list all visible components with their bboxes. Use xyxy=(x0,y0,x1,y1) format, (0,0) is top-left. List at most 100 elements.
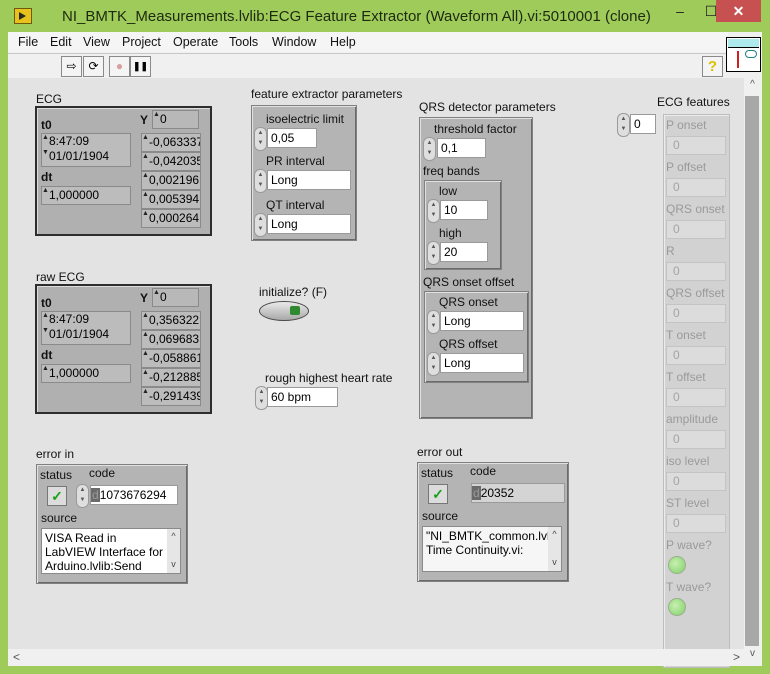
scroll-up-icon[interactable]: ^ xyxy=(744,79,761,90)
ecg-y-index[interactable]: ▲0 xyxy=(152,110,199,129)
abort-button[interactable]: ● xyxy=(109,56,130,77)
glasses-icon xyxy=(745,50,757,58)
menu-view[interactable]: View xyxy=(83,35,110,49)
spin-down-icon[interactable]: ▼ xyxy=(42,327,49,335)
spin-up-icon[interactable]: ▲ xyxy=(42,312,49,320)
error-out-source-text: "NI_BMTK_common.lvlib:bmt_Check Time Con… xyxy=(422,526,562,572)
menu-edit[interactable]: Edit xyxy=(50,35,72,49)
text-scrollbar[interactable]: ^ v xyxy=(167,529,180,573)
isoelectric-spinner-icon[interactable]: ▲ ▼ xyxy=(254,127,267,151)
freq-bands-cluster: low ▲ ▼ 10 high ▲ ▼ 20 xyxy=(424,180,502,270)
qrs-onset-spinner-icon[interactable]: ▲ ▼ xyxy=(427,310,440,334)
scroll-down-icon[interactable]: v xyxy=(744,648,761,659)
scroll-right-icon[interactable]: > xyxy=(733,650,740,664)
radix-indicator[interactable]: d xyxy=(91,488,100,502)
menu-tools[interactable]: Tools xyxy=(229,35,258,49)
raw-ecg-y-index[interactable]: ▲0 xyxy=(152,288,199,307)
error-in-source-text[interactable]: VISA Read in LabVIEW Interface for Ardui… xyxy=(41,528,181,574)
error-in-code-spinner-icon[interactable]: ▲ ▼ xyxy=(76,484,89,508)
heart-rate-input[interactable]: 60 bpm xyxy=(267,387,338,407)
menu-file[interactable]: File xyxy=(18,35,38,49)
initialize-button[interactable] xyxy=(259,301,309,321)
ecg-y-element: ▲-0,063337 xyxy=(141,133,201,152)
heart-rate-label: rough highest heart rate xyxy=(265,371,393,385)
menu-bar: File Edit View Project Operate Tools Win… xyxy=(8,32,728,52)
feature-label: P offset xyxy=(666,160,707,174)
raw-ecg-y-element[interactable]: ▲-0,212885 xyxy=(141,368,201,387)
raw-ecg-label: raw ECG xyxy=(36,270,85,284)
vi-front-panel-window: File Edit View Project Operate Tools Win… xyxy=(8,32,762,668)
pause-icon: ❚❚ xyxy=(132,61,149,71)
isoelectric-limit-input[interactable]: 0,05 xyxy=(267,128,317,148)
minimize-button[interactable]: – xyxy=(665,0,695,22)
feature-params-cluster: isoelectric limit ▲ ▼ 0,05 PR interval ▲ ▼… xyxy=(251,105,357,241)
threshold-factor-input[interactable]: 0,1 xyxy=(437,138,486,158)
high-spinner-icon[interactable]: ▲ ▼ xyxy=(427,241,440,265)
high-freq-input[interactable]: 20 xyxy=(440,242,488,262)
ecg-features-cluster: P onset 0 P offset 0 QRS onset 0 R 0 QRS offset 0… xyxy=(663,114,730,668)
scroll-down-icon[interactable]: v xyxy=(167,557,180,571)
pause-button[interactable]: ❚❚ xyxy=(130,56,151,77)
feature-value: 0 xyxy=(666,304,726,323)
spin-down-icon[interactable]: ▼ xyxy=(42,149,49,157)
qt-interval-ring[interactable]: Long xyxy=(267,214,351,234)
qrs-onset-ring[interactable]: Long xyxy=(440,311,524,331)
scroll-up-icon[interactable]: ^ xyxy=(167,529,180,543)
run-button[interactable]: ⇨ xyxy=(61,56,82,77)
error-out-source-label: source xyxy=(422,509,459,523)
feature-value: 0 xyxy=(666,262,726,281)
pr-interval-ring[interactable]: Long xyxy=(267,170,351,190)
qrs-onset-offset-cluster: QRS onset ▲ ▼ Long QRS offset ▲ ▼ Long xyxy=(424,291,529,383)
raw-ecg-t0-value[interactable]: ▲8:47:09 ▼01/01/1904 xyxy=(41,311,131,345)
spin-icon[interactable]: ▲ xyxy=(42,187,49,195)
vertical-scrollbar[interactable]: ^ v xyxy=(744,78,761,665)
vi-connector-icon[interactable] xyxy=(726,37,761,72)
vertical-scroll-thumb[interactable] xyxy=(745,96,759,646)
t-wave-led xyxy=(668,598,686,616)
menu-help[interactable]: Help xyxy=(330,35,356,49)
feature-value: 0 xyxy=(666,136,726,155)
feature-label: iso level xyxy=(666,454,710,468)
menu-project[interactable]: Project xyxy=(122,35,161,49)
toolbar: ⇨ ⟳ ● ❚❚ ? xyxy=(8,53,728,79)
qt-spinner-icon[interactable]: ▲ ▼ xyxy=(254,213,267,237)
error-in-status-checkbox[interactable]: ✓ xyxy=(47,486,67,506)
raw-ecg-y-element[interactable]: ▲0,069683 xyxy=(141,330,201,349)
scroll-down-icon[interactable]: v xyxy=(548,555,561,569)
spin-icon[interactable]: ▲ xyxy=(153,289,160,297)
raw-ecg-y-element[interactable]: ▲-0,291439 xyxy=(141,387,201,406)
menu-window[interactable]: Window xyxy=(272,35,316,49)
features-array-index[interactable]: 0 xyxy=(630,114,656,134)
close-button[interactable]: ✕ xyxy=(716,0,761,22)
run-continuously-icon: ⟳ xyxy=(88,59,99,73)
menu-operate[interactable]: Operate xyxy=(173,35,218,49)
run-continuously-button[interactable]: ⟳ xyxy=(83,56,104,77)
horizontal-scrollbar[interactable]: < > xyxy=(8,649,744,666)
raw-ecg-dt-value[interactable]: ▲1,000000 xyxy=(41,364,131,383)
context-help-button[interactable]: ? xyxy=(702,56,723,77)
radix-indicator: d xyxy=(472,486,481,500)
feature-label: T offset xyxy=(666,370,706,384)
scroll-left-icon[interactable]: < xyxy=(13,650,20,664)
feature-value: 0 xyxy=(666,178,726,197)
qrs-offset-ring[interactable]: Long xyxy=(440,353,524,373)
error-in-source-label: source xyxy=(41,511,78,525)
raw-ecg-y-element[interactable]: ▲0,356322 xyxy=(141,311,201,330)
scroll-up-icon[interactable]: ^ xyxy=(548,527,561,541)
pr-spinner-icon[interactable]: ▲ ▼ xyxy=(254,169,267,193)
low-spinner-icon[interactable]: ▲ ▼ xyxy=(427,199,440,223)
error-in-status-label: status xyxy=(40,468,73,482)
features-index-spinner-icon[interactable]: ▲ ▼ xyxy=(617,113,630,137)
error-in-code-input[interactable]: d1073676294 xyxy=(90,485,178,505)
threshold-spinner-icon[interactable]: ▲ ▼ xyxy=(423,137,436,161)
text-scrollbar[interactable]: ^ v xyxy=(548,527,561,571)
led-indicator-icon xyxy=(290,306,300,315)
ecg-features-label: ECG features xyxy=(657,95,730,109)
low-freq-input[interactable]: 10 xyxy=(440,200,488,220)
spin-icon[interactable]: ▲ xyxy=(42,365,49,373)
spin-up-icon[interactable]: ▲ xyxy=(42,134,49,142)
qrs-offset-spinner-icon[interactable]: ▲ ▼ xyxy=(427,352,440,376)
raw-ecg-y-element[interactable]: ▲-0,058861 xyxy=(141,349,201,368)
feature-value: 0 xyxy=(666,220,726,239)
spin-icon[interactable]: ▲ xyxy=(153,111,160,119)
